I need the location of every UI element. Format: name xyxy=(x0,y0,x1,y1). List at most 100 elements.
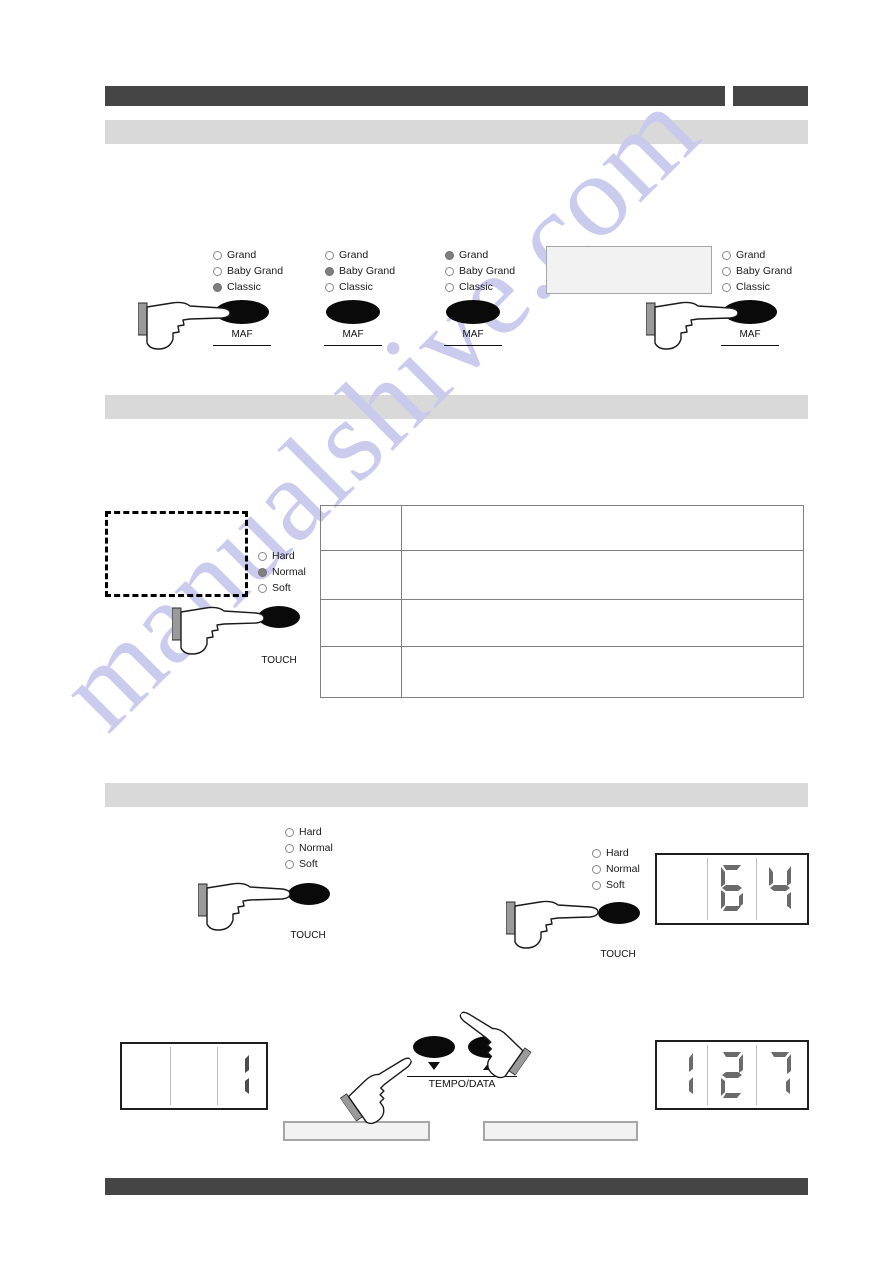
radio-option-classic[interactable]: Classic xyxy=(213,279,283,295)
radio-option-label: Classic xyxy=(339,281,373,293)
radio-option-classic[interactable]: Classic xyxy=(722,279,792,295)
maf-button-2[interactable] xyxy=(326,300,380,324)
footer-bar xyxy=(105,1178,808,1195)
radio-option-baby-grand[interactable]: Baby Grand xyxy=(445,263,515,279)
lcd-display-touch-value xyxy=(655,853,809,925)
table-cell xyxy=(320,646,402,698)
radio-option-label: Hard xyxy=(299,826,322,838)
section-1-callout-box xyxy=(546,246,712,294)
touch-spec-table xyxy=(320,505,804,698)
radio-dot-icon xyxy=(445,250,454,260)
hand-pointer-icon xyxy=(172,604,264,660)
radio-option-hard[interactable]: Hard xyxy=(285,824,333,840)
radio-dot-icon xyxy=(722,266,731,276)
radio-option-classic[interactable]: Classic xyxy=(325,279,395,295)
table-cell xyxy=(320,599,402,647)
radio-dot-icon xyxy=(325,266,334,276)
radio-option-baby-grand[interactable]: Baby Grand xyxy=(325,263,395,279)
radio-group-maf-step-1: Grand Baby Grand Classic xyxy=(213,247,283,295)
radio-option-label: Baby Grand xyxy=(227,265,284,277)
radio-option-grand[interactable]: Grand xyxy=(445,247,515,263)
radio-group-touch-step-2: Hard Normal Soft xyxy=(285,824,333,872)
table-cell xyxy=(401,505,804,551)
radio-option-soft[interactable]: Soft xyxy=(258,580,306,596)
radio-dot-icon xyxy=(325,282,334,292)
radio-dot-icon xyxy=(258,583,267,593)
lcd-display-right-value xyxy=(655,1040,809,1110)
radio-option-normal[interactable]: Normal xyxy=(258,564,306,580)
maf-button-3[interactable] xyxy=(446,300,500,324)
radio-dot-icon xyxy=(445,282,454,292)
section-2-note-box xyxy=(105,511,248,597)
radio-dot-icon xyxy=(722,282,731,292)
radio-option-classic[interactable]: Classic xyxy=(445,279,515,295)
radio-option-label: Classic xyxy=(227,281,261,293)
radio-option-normal[interactable]: Normal xyxy=(285,840,333,856)
lcd-digit-cell xyxy=(171,1047,218,1105)
maf-button-underline-3 xyxy=(444,345,502,346)
radio-dot-icon xyxy=(722,250,731,260)
radio-dot-icon xyxy=(213,266,222,276)
header-corner-badge xyxy=(733,86,808,106)
table-cell xyxy=(401,599,804,647)
tempo-up-label-box xyxy=(483,1121,638,1141)
radio-dot-icon xyxy=(592,880,601,890)
radio-option-grand[interactable]: Grand xyxy=(722,247,792,263)
radio-option-baby-grand[interactable]: Baby Grand xyxy=(213,263,283,279)
lcd-digit-cell xyxy=(757,858,804,920)
radio-group-touch-step-3: Hard Normal Soft xyxy=(592,845,640,893)
radio-option-label: Grand xyxy=(227,249,257,261)
table-row xyxy=(320,550,804,600)
radio-option-label: Grand xyxy=(339,249,369,261)
radio-option-label: Soft xyxy=(299,858,318,870)
table-cell xyxy=(401,646,804,698)
lcd-digit-cell xyxy=(708,858,757,920)
table-cell xyxy=(320,505,402,551)
radio-option-label: Grand xyxy=(459,249,489,261)
radio-option-normal[interactable]: Normal xyxy=(592,861,640,877)
lcd-digit-cell xyxy=(757,1045,804,1105)
radio-dot-icon xyxy=(325,250,334,260)
tempo-down-label-box xyxy=(283,1121,430,1141)
radio-group-maf-step-2: Grand Baby Grand Classic xyxy=(325,247,395,295)
radio-dot-icon xyxy=(285,859,294,869)
radio-dot-icon xyxy=(285,843,294,853)
radio-option-label: Soft xyxy=(272,582,291,594)
lcd-digit-cell xyxy=(660,1045,709,1105)
radio-option-label: Baby Grand xyxy=(459,265,516,277)
touch-button-3[interactable] xyxy=(598,902,640,924)
radio-option-hard[interactable]: Hard xyxy=(592,845,640,861)
radio-option-label: Classic xyxy=(459,281,493,293)
radio-dot-icon xyxy=(592,848,601,858)
radio-option-baby-grand[interactable]: Baby Grand xyxy=(722,263,792,279)
maf-button-caption-2: MAF xyxy=(342,329,364,340)
radio-group-maf-step-4: Grand Baby Grand Classic xyxy=(722,247,792,295)
radio-group-maf-step-3: Grand Baby Grand Classic xyxy=(445,247,515,295)
lcd-digit-cell xyxy=(660,858,709,920)
manual-page: manualshive.com Grand Baby Grand Classic… xyxy=(0,0,893,1263)
radio-option-label: Hard xyxy=(606,847,629,859)
table-cell xyxy=(401,550,804,600)
radio-option-hard[interactable]: Hard xyxy=(258,548,306,564)
radio-option-label: Classic xyxy=(736,281,770,293)
radio-option-soft[interactable]: Soft xyxy=(285,856,333,872)
radio-dot-icon xyxy=(258,567,267,577)
section-3-heading-bar xyxy=(105,783,808,807)
radio-option-soft[interactable]: Soft xyxy=(592,877,640,893)
table-cell xyxy=(320,550,402,600)
radio-group-touch-step-1: Hard Normal Soft xyxy=(258,548,306,596)
radio-option-grand[interactable]: Grand xyxy=(325,247,395,263)
radio-option-label: Soft xyxy=(606,879,625,891)
touch-button-2[interactable] xyxy=(288,883,330,905)
header-title-bar xyxy=(105,86,725,106)
radio-option-label: Normal xyxy=(606,863,640,875)
lcd-digit-cell xyxy=(218,1047,263,1105)
touch-button-1[interactable] xyxy=(258,606,300,628)
radio-option-label: Hard xyxy=(272,550,295,562)
radio-option-label: Normal xyxy=(272,566,306,578)
table-row xyxy=(320,599,804,647)
table-row xyxy=(320,646,804,698)
radio-option-label: Normal xyxy=(299,842,333,854)
hand-pointer-icon xyxy=(138,299,230,355)
radio-option-grand[interactable]: Grand xyxy=(213,247,283,263)
